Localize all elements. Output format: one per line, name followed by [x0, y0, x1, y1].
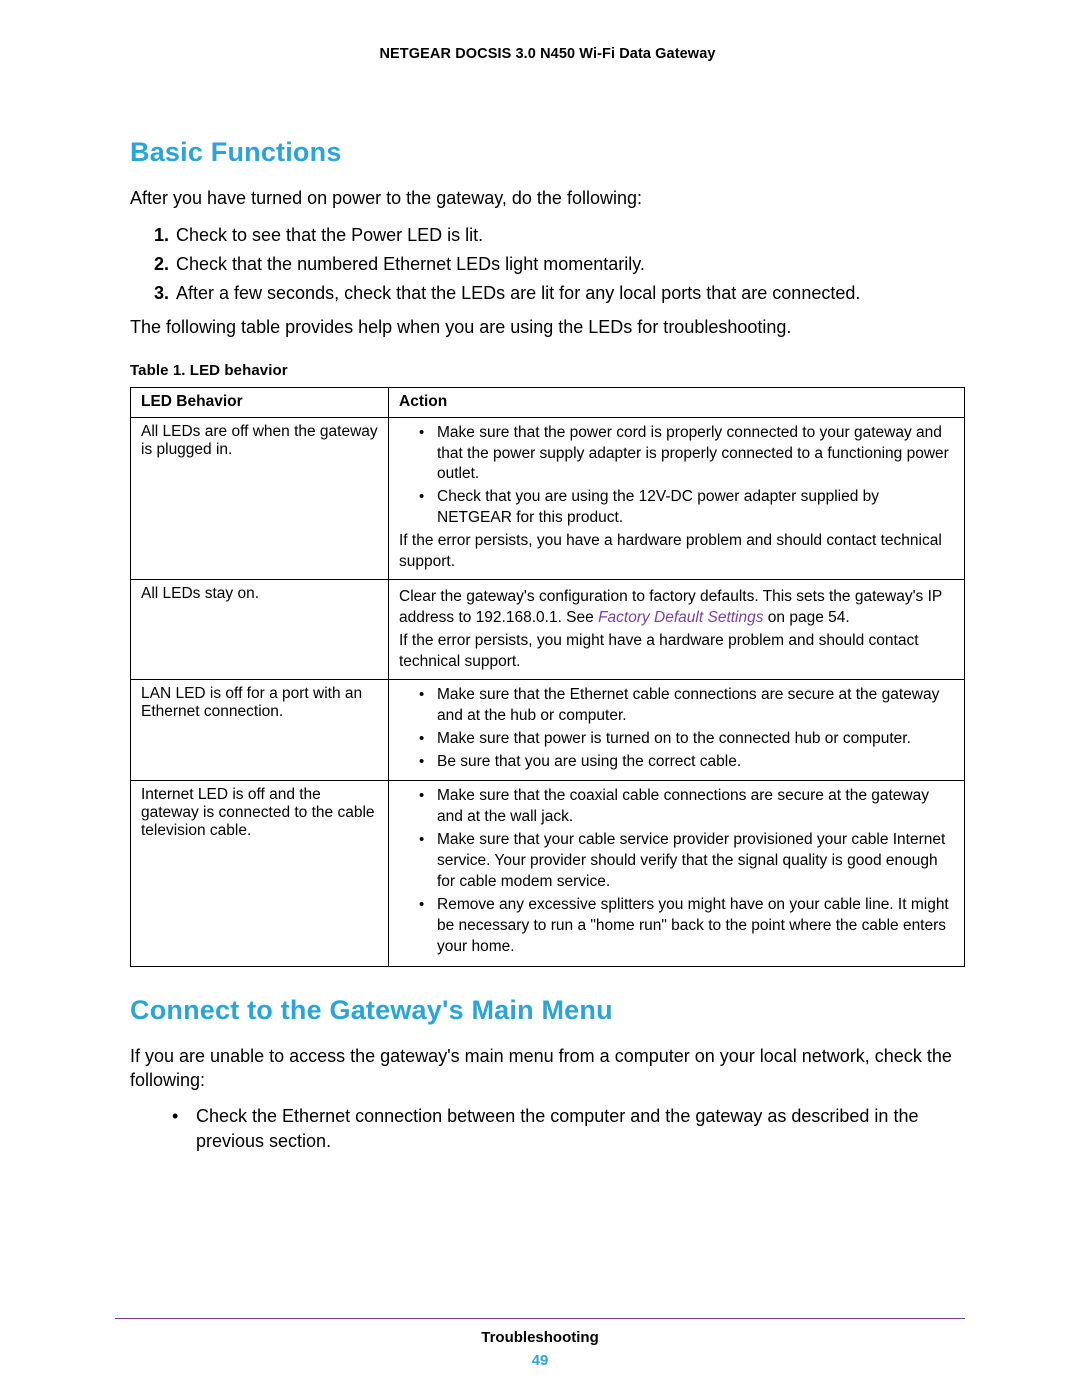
- action-cell: Make sure that the coaxial cable connect…: [389, 781, 965, 966]
- action-bullet: Remove any excessive splitters you might…: [419, 895, 954, 958]
- footer-chapter: Troubleshooting: [115, 1329, 965, 1346]
- action-cell: Make sure that the Ethernet cable connec…: [389, 679, 965, 781]
- page-footer: Troubleshooting 49: [115, 1318, 965, 1369]
- after-steps-paragraph: The following table provides help when y…: [130, 315, 965, 339]
- action-cell: Clear the gateway's configuration to fac…: [389, 580, 965, 680]
- led-behavior-table: LED Behavior Action All LEDs are off whe…: [130, 387, 965, 967]
- action-bullet: Make sure that your cable service provid…: [419, 830, 954, 893]
- action-bullet: Be sure that you are using the correct c…: [419, 752, 954, 773]
- step-item: After a few seconds, check that the LEDs…: [174, 280, 965, 307]
- action-trailing: If the error persists, you might have a …: [399, 631, 954, 673]
- steps-list: Check to see that the Power LED is lit. …: [130, 222, 965, 307]
- section2-intro: If you are unable to access the gateway'…: [130, 1044, 965, 1093]
- footer-page-number: 49: [115, 1352, 965, 1369]
- action-plain: Clear the gateway's configuration to fac…: [399, 587, 954, 629]
- behavior-cell: All LEDs are off when the gateway is plu…: [131, 417, 389, 579]
- heading-connect-main-menu: Connect to the Gateway's Main Menu: [130, 995, 965, 1026]
- behavior-cell: Internet LED is off and the gateway is c…: [131, 781, 389, 966]
- action-trailing: If the error persists, you have a hardwa…: [399, 531, 954, 573]
- table-row: All LEDs are off when the gateway is plu…: [131, 417, 965, 579]
- action-bullet: Make sure that the power cord is properl…: [419, 423, 954, 486]
- footer-rule: [115, 1318, 965, 1319]
- table-row: All LEDs stay on. Clear the gateway's co…: [131, 580, 965, 680]
- table-row: Internet LED is off and the gateway is c…: [131, 781, 965, 966]
- xref-factory-default[interactable]: Factory Default Settings: [598, 609, 763, 626]
- action-bullet: Make sure that the coaxial cable connect…: [419, 786, 954, 828]
- behavior-cell: All LEDs stay on.: [131, 580, 389, 680]
- intro-paragraph: After you have turned on power to the ga…: [130, 186, 965, 210]
- body-bullet: Check the Ethernet connection between th…: [172, 1104, 965, 1153]
- action-bullet: Check that you are using the 12V-DC powe…: [419, 487, 954, 529]
- doc-header: NETGEAR DOCSIS 3.0 N450 Wi-Fi Data Gatew…: [130, 40, 965, 117]
- table-header-behavior: LED Behavior: [131, 387, 389, 417]
- step-item: Check that the numbered Ethernet LEDs li…: [174, 251, 965, 278]
- action-bullet: Make sure that the Ethernet cable connec…: [419, 685, 954, 727]
- heading-basic-functions: Basic Functions: [130, 137, 965, 168]
- step-item: Check to see that the Power LED is lit.: [174, 222, 965, 249]
- table-header-action: Action: [389, 387, 965, 417]
- section2-bullets: Check the Ethernet connection between th…: [130, 1104, 965, 1153]
- action-bullet: Make sure that power is turned on to the…: [419, 729, 954, 750]
- table-row: LAN LED is off for a port with an Ethern…: [131, 679, 965, 781]
- action-cell: Make sure that the power cord is properl…: [389, 417, 965, 579]
- behavior-cell: LAN LED is off for a port with an Ethern…: [131, 679, 389, 781]
- table-caption: Table 1. LED behavior: [130, 362, 965, 379]
